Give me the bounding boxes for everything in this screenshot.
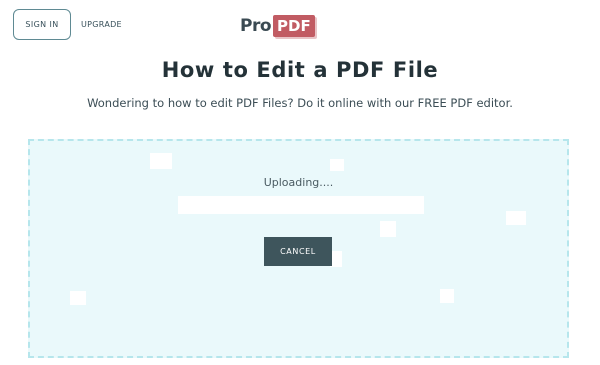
sign-in-button[interactable]: SIGN IN (13, 9, 71, 40)
page-title: How to Edit a PDF File (161, 58, 439, 82)
upload-status-text: Uploading.... (263, 176, 334, 189)
page-subtitle: Wondering to how to edit PDF Files? Do i… (87, 96, 513, 110)
cancel-upload-button[interactable]: CANCEL (264, 237, 332, 266)
background-speck (440, 289, 454, 303)
sign-in-label: SIGN IN (25, 20, 59, 29)
page: SIGN IN UPGRADE Pro PDF How to Edit a PD… (0, 0, 600, 365)
pdfpro-logo[interactable]: Pro PDF (240, 14, 315, 38)
background-speck (330, 159, 344, 171)
background-speck (70, 291, 86, 305)
upgrade-link[interactable]: UPGRADE (81, 19, 122, 31)
logo-brand-text: Pro (240, 16, 272, 36)
background-speck (506, 211, 526, 225)
background-speck (150, 153, 172, 169)
cancel-label: CANCEL (280, 247, 316, 256)
background-speck (380, 221, 396, 237)
logo-pdf-badge: PDF (273, 15, 315, 37)
upload-dropzone[interactable]: Uploading.... CANCEL (28, 139, 569, 358)
top-navigation: SIGN IN UPGRADE Pro PDF (0, 0, 600, 46)
upload-progress-bar (178, 196, 424, 214)
